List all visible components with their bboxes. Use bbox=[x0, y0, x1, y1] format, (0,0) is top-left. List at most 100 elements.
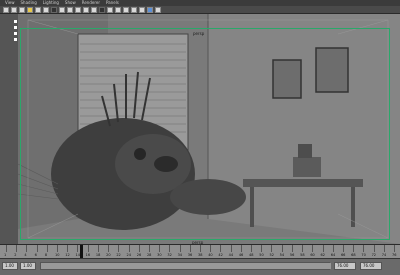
grid-icon[interactable] bbox=[51, 6, 57, 13]
film-gate-icon[interactable] bbox=[59, 6, 65, 13]
timeline-tick-mark bbox=[363, 245, 365, 252]
timeline-tick-label: 6 bbox=[34, 253, 37, 257]
range-slider[interactable] bbox=[40, 262, 331, 270]
tool-marker-icon[interactable] bbox=[14, 26, 17, 29]
resolution-gate-icon[interactable] bbox=[67, 6, 73, 13]
timeline-tick-mark bbox=[281, 245, 283, 252]
timeline-tick-label: 8 bbox=[44, 253, 48, 257]
xray-icon[interactable] bbox=[147, 6, 153, 13]
timeline-tick-label: 40 bbox=[208, 253, 213, 257]
tool-marker-icon[interactable] bbox=[14, 20, 17, 23]
timeline-tick-mark bbox=[200, 245, 201, 252]
tool-marker-icon[interactable] bbox=[14, 38, 17, 41]
wireframe-icon[interactable] bbox=[99, 6, 105, 13]
timeline-tick-mark bbox=[118, 245, 120, 252]
time-slider[interactable]: 1 2 4 6 8 10 12 14 16 18 20 22 24 26 28 30 32 34 36 38 40 42 4… bbox=[0, 244, 400, 258]
timeline-tick-label: 60 bbox=[310, 253, 315, 257]
field-chart-icon[interactable] bbox=[83, 6, 89, 13]
timeline-tick-label: 20 bbox=[106, 253, 111, 257]
timeline-tick-mark bbox=[332, 245, 334, 252]
isolate-select-icon[interactable] bbox=[155, 6, 161, 13]
safe-action-icon[interactable] bbox=[91, 6, 97, 13]
grease-pencil-icon[interactable] bbox=[43, 6, 49, 13]
playback-end-field[interactable]: 76.00 bbox=[334, 262, 356, 270]
timeline-tick-label: 66 bbox=[340, 253, 346, 257]
timeline-tick-mark bbox=[179, 245, 181, 252]
timeline-tick-mark bbox=[159, 245, 161, 252]
timeline-tick-mark bbox=[383, 245, 385, 252]
resolution-gate bbox=[20, 28, 390, 240]
timeline-tick-mark bbox=[26, 245, 28, 252]
timeline-tick-mark bbox=[77, 245, 79, 252]
timeline-tick-mark bbox=[67, 245, 69, 252]
lights-icon[interactable] bbox=[131, 6, 137, 13]
left-tool-strip bbox=[0, 14, 18, 244]
timeline-tick-label: 68 bbox=[351, 253, 356, 257]
timeline-tick-mark bbox=[210, 245, 212, 252]
timeline-tick-mark bbox=[251, 245, 253, 252]
perspective-viewport[interactable]: persp persp bbox=[18, 14, 400, 244]
timeline-tick-label: 1 bbox=[4, 253, 7, 257]
timeline-tick-mark bbox=[220, 245, 222, 252]
timeline-tick-label: 12 bbox=[65, 253, 70, 257]
timeline-tick-label: 50 bbox=[259, 253, 264, 257]
timeline-tick-label: 62 bbox=[320, 253, 325, 257]
timeline-tick-mark bbox=[302, 245, 304, 252]
timeline-tick-mark bbox=[373, 245, 375, 252]
playback-start-field[interactable]: 1.00 bbox=[20, 262, 36, 270]
range-handle[interactable] bbox=[41, 263, 331, 269]
shadows-icon[interactable] bbox=[139, 6, 145, 13]
timeline-tick-label: 18 bbox=[95, 253, 101, 257]
timeline-tick-label: 52 bbox=[269, 253, 274, 257]
tool-marker-icon[interactable] bbox=[14, 32, 17, 35]
timeline-tick-mark bbox=[291, 245, 293, 252]
image-plane-icon[interactable] bbox=[27, 6, 33, 13]
timeline-tick-mark bbox=[16, 245, 18, 252]
timeline-tick-mark bbox=[342, 245, 344, 252]
timeline-tick-label: 42 bbox=[218, 253, 223, 257]
timeline-tick-mark bbox=[271, 245, 273, 252]
timeline-tick-mark bbox=[6, 245, 7, 252]
panel-toolbar bbox=[0, 6, 400, 14]
bookmarks-icon[interactable] bbox=[19, 6, 25, 13]
timeline-tick-label: 58 bbox=[300, 253, 305, 257]
timeline-tick-label: 48 bbox=[249, 253, 254, 257]
smooth-shade-icon[interactable] bbox=[107, 6, 113, 13]
timeline-tick-label: 32 bbox=[167, 253, 172, 257]
timeline-tick-mark bbox=[36, 245, 38, 252]
timeline-tick-label: 74 bbox=[381, 253, 387, 257]
timeline-tick-label: 64 bbox=[330, 253, 336, 257]
start-time-field[interactable]: 1.00 bbox=[2, 262, 18, 270]
timeline-tick-mark bbox=[108, 245, 110, 252]
range-slider-bar: 1.00 1.00 76.00 76.00 bbox=[0, 258, 400, 275]
camera-attributes-icon[interactable] bbox=[11, 6, 17, 13]
timeline-tick-label: 44 bbox=[228, 253, 234, 257]
timeline-tick-label: 16 bbox=[85, 253, 91, 257]
end-time-field[interactable]: 76.00 bbox=[360, 262, 382, 270]
timeline-tick-label: 38 bbox=[198, 253, 203, 257]
current-frame-marker[interactable] bbox=[80, 245, 83, 258]
two-d-pan-icon[interactable] bbox=[35, 6, 41, 13]
timeline-tick-mark bbox=[148, 245, 150, 252]
timeline-tick-mark bbox=[261, 245, 263, 252]
timeline-tick-label: 70 bbox=[361, 253, 366, 257]
timeline-tick-label: 30 bbox=[157, 253, 162, 257]
gate-mask-icon[interactable] bbox=[75, 6, 81, 13]
timeline-tick-label: 76 bbox=[392, 253, 397, 257]
timeline-tick-mark bbox=[394, 245, 395, 252]
timeline-tick-mark bbox=[312, 245, 314, 252]
timeline-tick-mark bbox=[87, 245, 89, 252]
timeline-tick-label: 24 bbox=[126, 253, 131, 257]
timeline-tick-label: 34 bbox=[177, 253, 183, 257]
timeline-tick-mark bbox=[353, 245, 355, 252]
timeline-tick-label: 36 bbox=[187, 253, 193, 257]
timeline-tick-label: 54 bbox=[279, 253, 285, 257]
wireframe-on-shaded-icon[interactable] bbox=[115, 6, 121, 13]
timeline-tick-label: 46 bbox=[238, 253, 244, 257]
timeline-tick-mark bbox=[240, 245, 242, 252]
select-camera-icon[interactable] bbox=[3, 6, 9, 13]
textured-icon[interactable] bbox=[123, 6, 129, 13]
timeline-tick-label: 28 bbox=[146, 253, 152, 257]
timeline-tick-label: 4 bbox=[24, 253, 27, 257]
timeline-tick-mark bbox=[169, 245, 171, 252]
